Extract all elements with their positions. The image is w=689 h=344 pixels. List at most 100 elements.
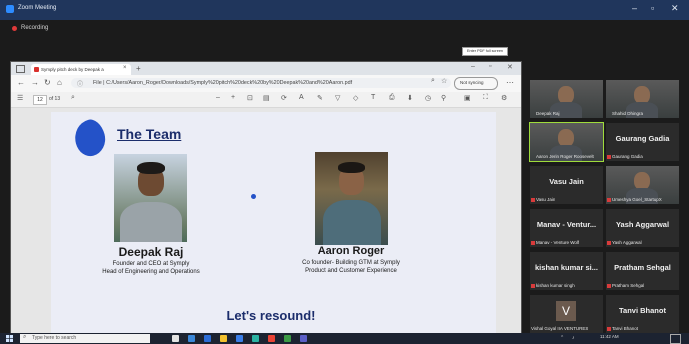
rotate-icon[interactable]: ⟳ (281, 94, 287, 102)
print-icon[interactable]: ⎙ (389, 94, 395, 102)
window-title: Zoom Meeting (18, 5, 57, 11)
pdf-viewport[interactable]: The Team Deepak Raj Founder and CEO at S… (11, 108, 521, 335)
settings-icon[interactable]: ⚙ (501, 94, 507, 102)
mic-muted-icon (607, 327, 611, 331)
decorative-blob (70, 116, 110, 160)
slide-footer: Let's resound! (226, 308, 316, 323)
taskbar-clock[interactable]: 11:42 AM (600, 334, 619, 339)
pin-icon[interactable]: ⚲ (441, 94, 446, 102)
taskbar-search-input[interactable]: ⌕ Type here to search (20, 334, 150, 343)
browser-close-icon[interactable]: ✕ (507, 63, 513, 71)
notifications-icon[interactable] (670, 334, 681, 344)
shared-browser-window: Symply pitch deck by Deepak a × + – ▫ ✕ … (10, 61, 522, 336)
participant-name: Pratham Sehgal (614, 263, 671, 272)
participant-tile[interactable]: Yash Aggarwal Yash Aggarwal (606, 209, 679, 247)
person2-role: Co founder- Building GTM at Symply (302, 260, 400, 266)
deepak-photo (114, 154, 187, 242)
participant-name: Tanvi Bhanot (619, 306, 666, 315)
home-icon[interactable]: ⌂ (57, 78, 62, 87)
close-icon[interactable]: ✕ (671, 3, 679, 14)
erase-icon[interactable]: ◇ (353, 94, 358, 102)
chrome-icon[interactable] (268, 335, 275, 342)
favorite-icon[interactable]: ☆ (441, 77, 447, 85)
participant-label: Yash Aggarwal (612, 240, 642, 245)
participant-name: Vasu Jain (549, 177, 584, 186)
minimize-icon[interactable]: – (632, 3, 637, 13)
participant-tile[interactable]: kishan kumar si... kishan kumar singh (530, 252, 603, 290)
participant-name: Yash Aggarwal (615, 220, 670, 229)
search-placeholder: Type here to search (32, 335, 77, 341)
info-icon[interactable]: ⓘ (77, 79, 83, 88)
mic-muted-icon (607, 198, 611, 202)
page-view-icon[interactable]: ▤ (263, 94, 270, 102)
search-icon[interactable]: ⌕ (71, 94, 75, 102)
excel-icon[interactable] (284, 335, 291, 342)
participant-name: Manav - Ventur... (536, 220, 597, 229)
contents-icon[interactable]: ☰ (17, 94, 23, 102)
mic-muted-icon (531, 241, 535, 245)
store-icon[interactable] (252, 335, 259, 342)
recording-indicator: Recording (21, 25, 49, 31)
new-tab-icon[interactable]: + (136, 64, 141, 73)
browser-maximize-icon[interactable]: ▫ (489, 63, 491, 70)
participant-label: Shahid Dhingra (612, 111, 644, 116)
address-bar-row: ← → ↻ ⌂ ⓘ File | C:/Users/Aaron_Roger/Do… (11, 75, 521, 93)
participant-tile[interactable]: Umeshya Goel_StartupX (606, 166, 679, 204)
participant-label: Manav - Venture Wolf (536, 240, 580, 245)
draw-icon[interactable]: ✎ (317, 94, 323, 102)
teams-icon[interactable] (300, 335, 307, 342)
participant-tile[interactable]: Gaurang Gadia Gaurang Gadia (606, 123, 679, 161)
person2-name: Aaron Roger (317, 245, 385, 257)
page-number-input[interactable]: 12 (33, 95, 47, 105)
fit-page-icon[interactable]: ⊡ (247, 94, 253, 102)
participant-tile[interactable]: Pratham Sehgal Pratham Sehgal (606, 252, 679, 290)
volume-icon[interactable]: ♪ (572, 335, 575, 341)
forward-icon[interactable]: → (31, 78, 39, 87)
back-icon[interactable]: ← (17, 78, 25, 87)
tab-bar: Symply pitch deck by Deepak a × + – ▫ ✕ (11, 62, 521, 75)
browser-minimize-icon[interactable]: – (471, 63, 475, 70)
mail-icon[interactable] (236, 335, 243, 342)
participant-tile[interactable]: Tanvi Bhanot Tanvi Bhanot (606, 295, 679, 333)
zoom-app-icon[interactable] (204, 335, 211, 342)
participant-tile[interactable]: Vasu Jain Vasu Jain (530, 166, 603, 204)
edge-icon[interactable] (188, 335, 195, 342)
maximize-icon[interactable]: ▫ (651, 3, 654, 13)
zoom-in-icon[interactable]: + (231, 94, 235, 101)
participant-tile[interactable]: V Vishal Goyal IIA VENTURES (530, 295, 603, 333)
network-icon[interactable]: ⌃ (560, 335, 564, 341)
add-text-icon[interactable]: T (371, 94, 375, 101)
mic-muted-icon (607, 284, 611, 288)
browser-tab[interactable]: Symply pitch deck by Deepak a × (31, 64, 131, 75)
aaron-photo (315, 152, 388, 245)
read-aloud-icon[interactable]: A (299, 94, 304, 101)
fullscreen-icon[interactable]: ⛶ (483, 94, 488, 102)
participant-tile[interactable]: Deepak Raj (530, 80, 603, 118)
decorative-dot (251, 194, 256, 199)
participant-name: Gaurang Gadia (615, 134, 670, 143)
task-view-icon[interactable] (172, 335, 179, 342)
file-explorer-icon[interactable] (220, 335, 227, 342)
not-syncing-button[interactable]: Not syncing (454, 77, 498, 90)
page-total: of 13 (49, 96, 61, 102)
participant-tile-active[interactable]: Aaron Jerin Roger Roosevelt (529, 122, 604, 162)
address-bar[interactable]: ⓘ File | C:/Users/Aaron_Roger/Downloads/… (71, 78, 451, 88)
refresh-icon[interactable]: ↻ (44, 78, 51, 87)
highlight-icon[interactable]: ▽ (335, 94, 340, 102)
mic-muted-icon (531, 198, 535, 202)
tab-close-icon[interactable]: × (123, 65, 127, 71)
windows-start-icon[interactable] (6, 335, 13, 342)
more-icon[interactable]: ⋯ (506, 78, 514, 87)
save-as-icon[interactable]: ▣ (464, 94, 471, 102)
participant-tile[interactable]: Manav - Ventur... Manav - Venture Wolf (530, 209, 603, 247)
tab-actions-icon[interactable] (16, 65, 25, 73)
participant-tile[interactable]: Shahid Dhingra (606, 80, 679, 118)
zoom-lens-icon[interactable]: ⌕ (431, 77, 435, 85)
person1-role: Founder and CEO at Symply (112, 261, 190, 267)
slide-title: The Team (117, 126, 182, 142)
history-icon[interactable]: ◷ (425, 94, 431, 102)
zoom-out-icon[interactable]: – (216, 94, 220, 101)
url-text: File | C:/Users/Aaron_Roger/Downloads/Sy… (93, 80, 353, 86)
zoom-logo-icon (6, 5, 14, 13)
save-icon[interactable]: ⬇ (407, 94, 413, 102)
